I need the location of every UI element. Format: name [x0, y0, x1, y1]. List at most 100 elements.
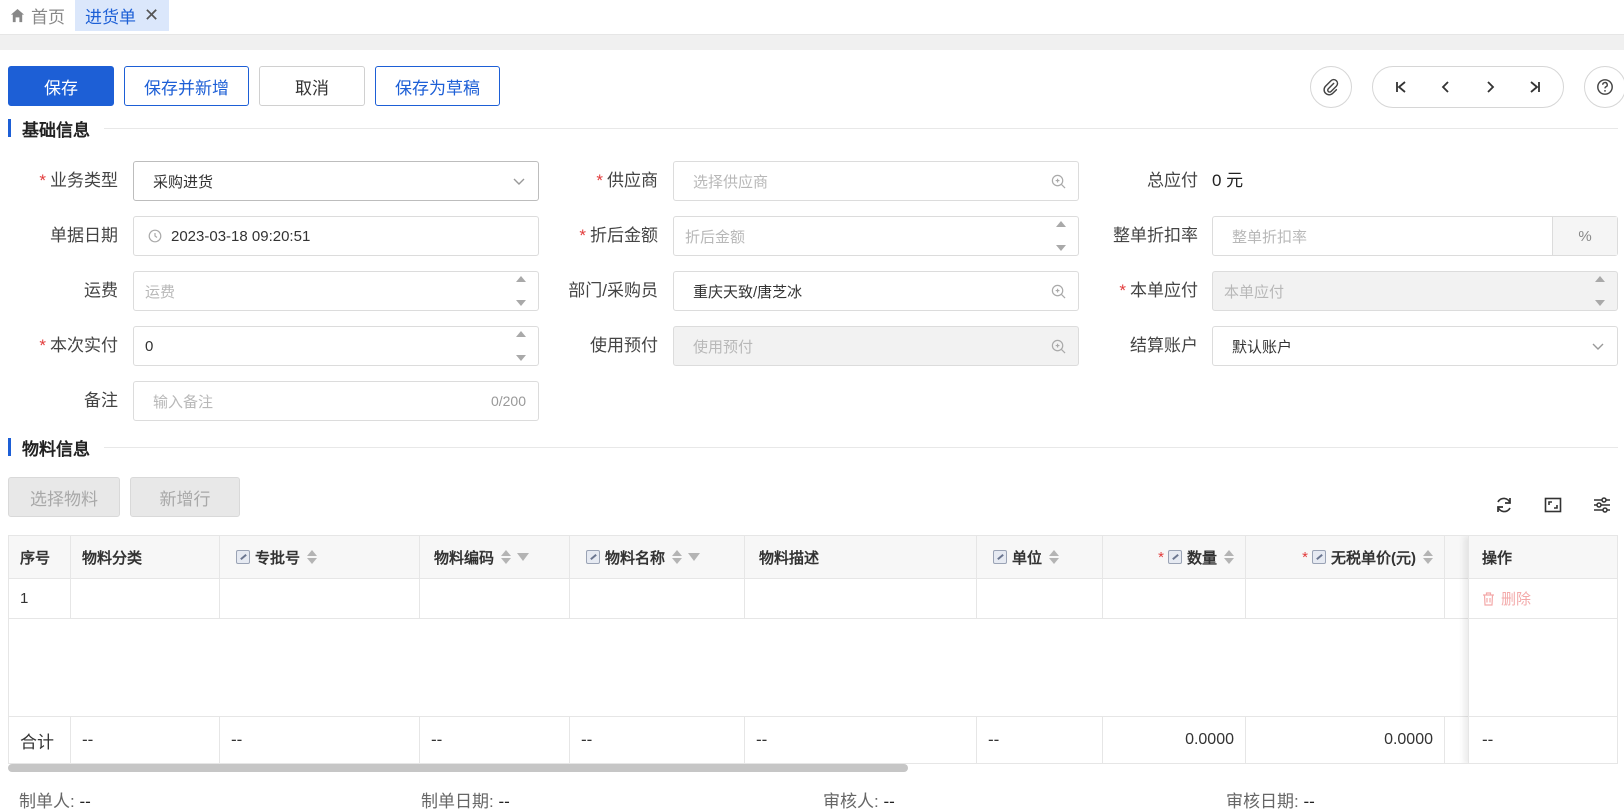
freight-label: 运费 — [84, 281, 118, 300]
row-name-cell[interactable] — [570, 579, 745, 618]
next-record-button[interactable] — [1470, 67, 1510, 107]
row-qty-cell[interactable] — [1103, 579, 1246, 618]
search-icon[interactable] — [1051, 162, 1066, 200]
last-record-button[interactable] — [1515, 67, 1555, 107]
tab-purchase-order[interactable]: 进货单 ✕ — [75, 0, 170, 31]
table-header: 序号 物料分类 专批号 物料编码 物料名称 物料描述 单位 * 数量 * 无税单价(… — [9, 536, 1617, 579]
number-stepper[interactable] — [1054, 221, 1068, 251]
first-page-icon — [1396, 81, 1406, 93]
col-price[interactable]: * 无税单价(元) — [1246, 536, 1445, 578]
discount-amount-label: * 折后金额 — [579, 226, 658, 245]
dept-buyer-label: 部门/采购员 — [568, 281, 658, 300]
row-price-cell[interactable] — [1246, 579, 1445, 618]
summary-price: 0.0000 — [1246, 717, 1445, 763]
filter-icon[interactable] — [688, 553, 701, 561]
actual-paid-input[interactable]: 0 — [133, 326, 539, 366]
editable-icon — [993, 550, 1007, 564]
sort-icon[interactable] — [672, 550, 683, 564]
whole-discount-placeholder: 整单折扣率 — [1232, 228, 1308, 246]
section-title: 基础信息 — [22, 120, 90, 140]
row-desc-cell[interactable] — [745, 579, 977, 618]
settle-account-select[interactable]: 默认账户 — [1212, 326, 1618, 366]
table-row[interactable]: 1 — [9, 579, 1617, 619]
save-draft-button[interactable]: 保存为草稿 — [375, 66, 500, 106]
number-stepper — [1593, 276, 1607, 306]
first-record-button[interactable] — [1381, 67, 1421, 107]
creator-info: 制单人: -- — [19, 792, 91, 811]
this-payable-input: 本单应付 — [1212, 271, 1618, 311]
paperclip-icon — [1323, 78, 1339, 96]
sort-icon[interactable] — [1049, 550, 1060, 564]
settle-account-label: 结算账户 — [1130, 336, 1198, 355]
select-material-button[interactable]: 选择物料 — [8, 477, 120, 517]
col-batch[interactable]: 专批号 — [220, 536, 420, 578]
col-category: 物料分类 — [71, 536, 220, 578]
filter-icon[interactable] — [517, 553, 530, 561]
clock-icon — [148, 229, 162, 243]
home-icon — [10, 8, 25, 23]
save-button[interactable]: 保存 — [8, 66, 114, 106]
record-pager — [1372, 66, 1564, 108]
prev-record-button[interactable] — [1426, 67, 1466, 107]
delete-row-button[interactable]: 删除 — [1469, 579, 1617, 619]
this-payable-label: * 本单应付 — [1119, 281, 1198, 300]
whole-discount-input[interactable]: 整单折扣率 % — [1212, 216, 1618, 256]
horizontal-scrollbar[interactable] — [8, 764, 908, 772]
sort-icon[interactable] — [307, 550, 318, 564]
editable-icon — [1167, 550, 1182, 564]
fullscreen-icon[interactable] — [1540, 492, 1566, 518]
row-batch-cell[interactable] — [220, 579, 420, 618]
search-icon[interactable] — [1051, 272, 1066, 310]
use-prepay-input: 使用预付 — [673, 326, 1079, 366]
tab-home-label: 首页 — [31, 8, 65, 27]
number-stepper[interactable] — [514, 276, 528, 306]
attachment-button[interactable] — [1310, 66, 1352, 108]
col-operation: 操作 — [1469, 536, 1617, 579]
operation-column: 操作 删除 -- — [1468, 536, 1617, 763]
remark-input[interactable]: 输入备注 0/200 — [133, 381, 539, 421]
material-table: 序号 物料分类 专批号 物料编码 物料名称 物料描述 单位 * 数量 * 无税单价(… — [8, 535, 1618, 764]
supplier-input[interactable]: 选择供应商 — [673, 161, 1079, 201]
dept-buyer-input[interactable]: 重庆天致/唐芝冰 — [673, 271, 1079, 311]
sort-icon[interactable] — [501, 550, 512, 564]
doc-date-picker[interactable]: 2023-03-18 09:20:51 — [133, 216, 539, 256]
settle-account-value: 默认账户 — [1232, 338, 1293, 356]
table-summary-row: 合计 -- -- -- -- -- -- 0.0000 0.0000 — [9, 716, 1617, 763]
col-name[interactable]: 物料名称 — [570, 536, 745, 578]
summary-name: -- — [570, 717, 745, 763]
reviewer-info: 审核人: -- — [823, 792, 895, 811]
close-icon[interactable]: ✕ — [144, 5, 159, 26]
col-desc: 物料描述 — [745, 536, 977, 578]
freight-input[interactable]: 运费 — [133, 271, 539, 311]
col-code[interactable]: 物料编码 — [420, 536, 570, 578]
tab-home[interactable]: 首页 — [0, 0, 75, 31]
number-stepper[interactable] — [514, 331, 528, 361]
col-qty[interactable]: * 数量 — [1103, 536, 1246, 578]
actual-paid-label: * 本次实付 — [39, 336, 118, 355]
row-code-cell[interactable] — [420, 579, 570, 618]
delete-label: 删除 — [1501, 591, 1532, 608]
section-divider — [104, 446, 1618, 448]
col-unit[interactable]: 单位 — [977, 536, 1103, 578]
editable-icon — [586, 550, 600, 564]
add-row-button[interactable]: 新增行 — [130, 477, 240, 517]
row-category-cell[interactable] — [71, 579, 220, 618]
remark-label: 备注 — [84, 391, 118, 410]
refresh-icon[interactable] — [1491, 492, 1517, 518]
column-settings-icon[interactable] — [1589, 492, 1615, 518]
save-and-new-button[interactable]: 保存并新增 — [124, 66, 249, 106]
remark-counter: 0/200 — [490, 393, 526, 409]
discount-amount-input[interactable]: 折后金额 — [673, 216, 1079, 256]
cancel-button[interactable]: 取消 — [259, 66, 365, 106]
dept-buyer-value: 重庆天致/唐芝冰 — [693, 283, 803, 301]
biz-type-label: * 业务类型 — [39, 171, 118, 190]
freight-placeholder: 运费 — [145, 283, 176, 301]
sort-icon[interactable] — [1224, 550, 1234, 564]
row-unit-cell[interactable] — [977, 579, 1103, 618]
section-material-info: 物料信息 — [8, 436, 1618, 459]
sort-icon[interactable] — [1423, 550, 1433, 564]
summary-operation: -- — [1469, 716, 1617, 763]
biz-type-select[interactable]: 采购进货 — [133, 161, 539, 201]
supplier-placeholder: 选择供应商 — [693, 173, 769, 191]
help-button[interactable] — [1584, 66, 1624, 108]
